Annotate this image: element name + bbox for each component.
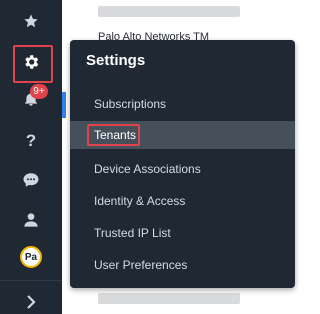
avatar: Pa (20, 246, 42, 268)
menu-item-subscriptions[interactable]: Subscriptions (70, 90, 295, 118)
menu-item-label: Device Associations (94, 162, 201, 176)
gear-icon (22, 53, 40, 71)
left-nav-rail: 9+ ? Pa (0, 0, 62, 314)
user-icon (23, 212, 39, 228)
highlight-box (87, 124, 140, 146)
rail-item-favorites[interactable] (0, 2, 62, 40)
menu-item-device-associations[interactable]: Device Associations (70, 155, 295, 183)
selection-indicator (62, 92, 66, 118)
settings-flyout-menu: Settings Subscriptions Tenants Device As… (70, 40, 295, 288)
rail-item-help[interactable]: ? (0, 122, 62, 160)
menu-item-label: Identity & Access (94, 194, 186, 208)
rail-item-expand[interactable] (0, 283, 62, 314)
menu-item-identity-access[interactable]: Identity & Access (70, 187, 295, 215)
rail-item-chat[interactable] (0, 161, 62, 199)
rail-item-user[interactable] (0, 201, 62, 239)
background-title-bar (98, 6, 240, 17)
chat-bubble-icon (22, 171, 40, 189)
chevron-right-icon (25, 295, 37, 309)
menu-item-label: Trusted IP List (94, 226, 171, 240)
star-icon (23, 13, 39, 29)
question-icon: ? (25, 131, 37, 150)
rail-item-account[interactable]: Pa (0, 238, 62, 276)
rail-item-settings[interactable] (0, 43, 62, 83)
menu-item-user-preferences[interactable]: User Preferences (70, 251, 295, 279)
menu-item-tenants[interactable]: Tenants (70, 121, 295, 149)
menu-item-trusted-ip-list[interactable]: Trusted IP List (70, 219, 295, 247)
rail-divider (0, 280, 62, 281)
menu-item-label: User Preferences (94, 258, 188, 272)
menu-title: Settings (86, 52, 146, 69)
background-footer-bar (98, 293, 240, 304)
notification-badge: 9+ (30, 84, 48, 99)
rail-item-notifications[interactable]: 9+ (0, 80, 62, 118)
menu-item-label: Subscriptions (94, 97, 167, 111)
